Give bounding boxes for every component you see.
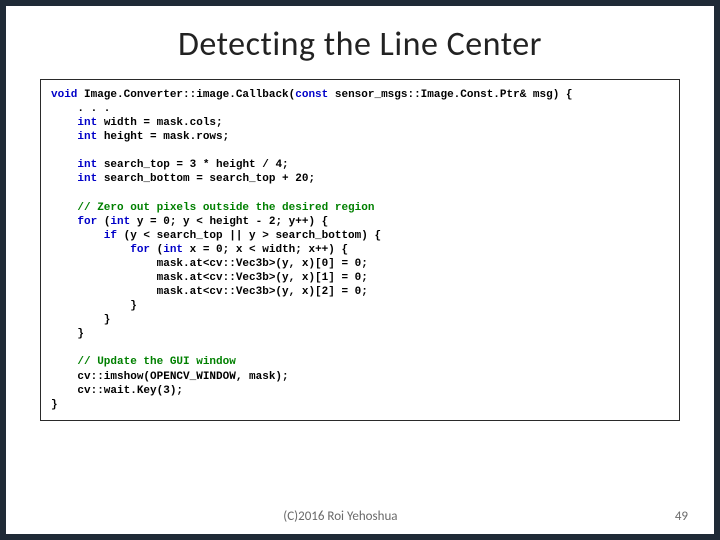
code-text: } xyxy=(51,300,137,312)
code-blank xyxy=(51,145,58,157)
code-text: height = mask.rows; xyxy=(97,131,229,143)
code-kw: int xyxy=(51,117,97,129)
code-text: } xyxy=(51,328,84,340)
code-text: (y < search_top || y > search_bottom) { xyxy=(117,230,381,242)
code-kw: int xyxy=(51,173,97,185)
code-text: y = 0; y < height - 2; y++) { xyxy=(130,216,328,228)
code-text: mask.at<cv::Vec3b>(y, x)[0] = 0; xyxy=(51,258,368,270)
code-text: mask.at<cv::Vec3b>(y, x)[2] = 0; xyxy=(51,286,368,298)
code-text: width = mask.cols; xyxy=(97,117,222,129)
copyright-text: (C)2016 Roi Yehoshua xyxy=(6,509,675,524)
code-kw: void xyxy=(51,89,77,101)
code-kw: int xyxy=(51,131,97,143)
code-kw: int xyxy=(163,244,183,256)
slide-footer: (C)2016 Roi Yehoshua 49 xyxy=(6,509,714,524)
code-block: void Image.Converter::image.Callback(con… xyxy=(40,79,680,421)
slide-title: Detecting the Line Center xyxy=(6,6,714,79)
slide: Detecting the Line Center void Image.Con… xyxy=(0,0,720,540)
code-text: cv::wait.Key(3); xyxy=(51,385,183,397)
code-text: } xyxy=(51,314,110,326)
code-kw: if xyxy=(51,230,117,242)
code-comment: // Zero out pixels outside the desired r… xyxy=(51,202,374,214)
code-text: ( xyxy=(97,216,110,228)
code-text: ( xyxy=(150,244,163,256)
code-text: search_top = 3 * height / 4; xyxy=(97,159,288,171)
code-text: x = 0; x < width; x++) { xyxy=(183,244,348,256)
code-text: } xyxy=(51,399,58,411)
code-text: cv::imshow(OPENCV_WINDOW, mask); xyxy=(51,371,289,383)
code-blank xyxy=(51,342,58,354)
code-text: . . . xyxy=(51,103,110,115)
code-text: mask.at<cv::Vec3b>(y, x)[1] = 0; xyxy=(51,272,368,284)
code-comment: // Update the GUI window xyxy=(51,356,236,368)
code-kw: int xyxy=(110,216,130,228)
code-text: Image.Converter::image.Callback( xyxy=(77,89,295,101)
code-kw: for xyxy=(51,216,97,228)
code-kw: for xyxy=(51,244,150,256)
page-number: 49 xyxy=(675,509,688,524)
code-kw: const xyxy=(295,89,328,101)
code-text: sensor_msgs::Image.Const.Ptr& msg) { xyxy=(328,89,572,101)
code-text: search_bottom = search_top + 20; xyxy=(97,173,315,185)
code-blank xyxy=(51,188,58,200)
code-kw: int xyxy=(51,159,97,171)
